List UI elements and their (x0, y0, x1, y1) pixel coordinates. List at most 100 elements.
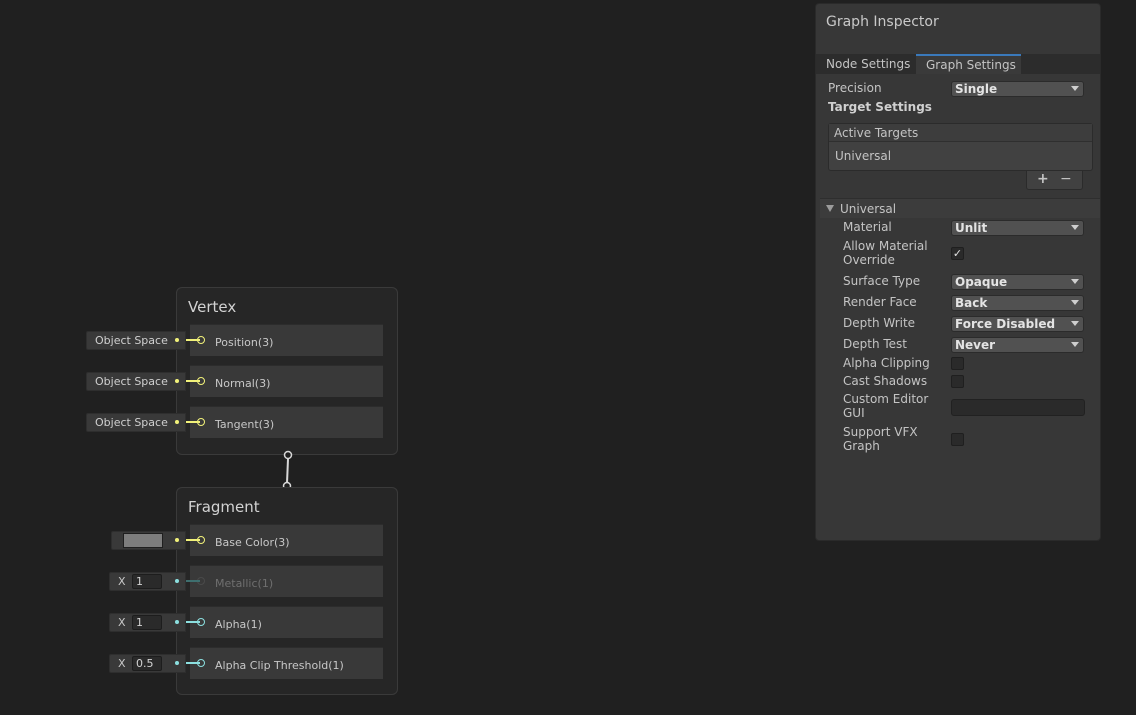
label-line: Allow Material (843, 239, 928, 253)
connection-dot-top (283, 450, 293, 460)
fragment-port-alpha-clip-threshold[interactable]: Alpha Clip Threshold(1) (190, 647, 383, 679)
active-targets-list[interactable]: Active Targets Universal (828, 123, 1093, 171)
input-dot-icon (175, 420, 179, 424)
position-wire (186, 339, 200, 341)
metallic-value-field[interactable]: 1 (132, 574, 162, 589)
input-dot-icon (175, 579, 179, 583)
target-settings-heading: Target Settings (828, 100, 932, 114)
alpha-input[interactable]: X 1 (109, 613, 186, 632)
custom-editor-gui-label: Custom Editor GUI (843, 392, 928, 420)
minus-icon[interactable]: − (1060, 172, 1072, 186)
axis-label: X (118, 657, 126, 670)
depth-write-dropdown[interactable]: Force Disabled (951, 316, 1084, 332)
port-label: Base Color(3) (215, 536, 290, 549)
alpha-clip-threshold-input[interactable]: X 0.5 (109, 654, 186, 673)
tab-node-settings[interactable]: Node Settings (816, 54, 916, 74)
dropdown-value: Opaque (955, 275, 1008, 289)
space-label: Object Space (95, 334, 168, 347)
dropdown-value: Unlit (955, 221, 988, 235)
alpha-value-field[interactable]: 1 (132, 615, 162, 630)
axis-label: X (118, 616, 126, 629)
chevron-down-icon (1071, 300, 1079, 305)
fragment-port-base-color[interactable]: Base Color(3) (190, 524, 383, 556)
alpha-clipping-label: Alpha Clipping (843, 356, 930, 370)
input-dot-icon (175, 661, 179, 665)
fragment-port-alpha[interactable]: Alpha(1) (190, 606, 383, 638)
dropdown-value: Single (955, 82, 998, 96)
base-color-wire (186, 539, 200, 541)
render-face-label: Render Face (843, 295, 917, 309)
input-dot-icon (175, 538, 179, 542)
label-line: Custom Editor (843, 392, 929, 406)
triangle-down-icon (826, 205, 834, 212)
alpha-clipping-checkbox[interactable] (951, 357, 964, 370)
support-vfx-graph-label: Support VFX Graph (843, 425, 918, 453)
alpha-wire (186, 621, 200, 623)
dropdown-value: Force Disabled (955, 317, 1056, 331)
port-label: Metallic(1) (215, 577, 274, 590)
connection-line (286, 458, 289, 484)
render-face-dropdown[interactable]: Back (951, 295, 1084, 311)
port-label: Normal(3) (215, 377, 271, 390)
chevron-down-icon (1071, 321, 1079, 326)
material-label: Material (843, 220, 892, 234)
label-line: Override (843, 253, 895, 267)
vertex-node[interactable]: Vertex Position(3) Normal(3) Tangent(3) (176, 287, 398, 455)
tangent-space-input[interactable]: Object Space (86, 413, 186, 432)
port-label: Tangent(3) (215, 418, 275, 431)
precision-dropdown[interactable]: Single (951, 81, 1084, 97)
depth-test-dropdown[interactable]: Never (951, 337, 1084, 353)
normal-wire (186, 380, 200, 382)
dropdown-value: Back (955, 296, 988, 310)
list-item[interactable]: Universal (835, 149, 891, 163)
fragment-node-title: Fragment (188, 498, 260, 516)
support-vfx-graph-checkbox[interactable] (951, 433, 964, 446)
surface-type-dropdown[interactable]: Opaque (951, 274, 1084, 290)
cast-shadows-label: Cast Shadows (843, 374, 928, 388)
axis-label: X (118, 575, 126, 588)
normal-space-input[interactable]: Object Space (86, 372, 186, 391)
metallic-input[interactable]: X 1 (109, 572, 186, 591)
custom-editor-gui-field[interactable] (951, 399, 1085, 416)
label-line: Graph (843, 439, 880, 453)
alpha-clip-threshold-value-field[interactable]: 0.5 (132, 656, 162, 671)
vertex-node-title: Vertex (188, 298, 237, 316)
cast-shadows-checkbox[interactable] (951, 375, 964, 388)
depth-write-label: Depth Write (843, 316, 916, 330)
port-label: Alpha(1) (215, 618, 262, 631)
list-footer: + − (1026, 171, 1083, 190)
precision-label: Precision (828, 81, 882, 95)
vertex-port-position[interactable]: Position(3) (190, 324, 383, 356)
vertex-port-tangent[interactable]: Tangent(3) (190, 406, 383, 438)
inspector-tabs: Node Settings Graph Settings (816, 54, 1100, 74)
input-dot-icon (175, 620, 179, 624)
chevron-down-icon (1071, 225, 1079, 230)
tab-graph-settings[interactable]: Graph Settings (916, 54, 1021, 74)
position-space-input[interactable]: Object Space (86, 331, 186, 350)
space-label: Object Space (95, 416, 168, 429)
plus-icon[interactable]: + (1037, 172, 1049, 186)
port-label: Alpha Clip Threshold(1) (215, 659, 344, 672)
tangent-wire (186, 421, 200, 423)
dropdown-value: Never (955, 338, 996, 352)
input-dot-icon (175, 338, 179, 342)
alpha-clip-threshold-wire (186, 662, 200, 664)
chevron-down-icon (1071, 86, 1079, 91)
base-color-input[interactable] (111, 531, 186, 550)
material-dropdown[interactable]: Unlit (951, 220, 1084, 236)
tab-label: Node Settings (826, 57, 911, 71)
allow-override-checkbox[interactable]: ✓ (951, 247, 964, 260)
tab-label: Graph Settings (926, 58, 1016, 72)
fragment-port-metallic[interactable]: Metallic(1) (190, 565, 383, 597)
inspector-title: Graph Inspector (826, 14, 939, 30)
fragment-node[interactable]: Fragment Base Color(3) Metallic(1) Alpha… (176, 487, 398, 695)
metallic-wire (186, 580, 200, 582)
vertex-port-normal[interactable]: Normal(3) (190, 365, 383, 397)
allow-override-label: Allow Material Override (843, 239, 928, 267)
color-swatch[interactable] (123, 533, 163, 548)
graph-inspector-panel[interactable]: Graph Inspector Node Settings Graph Sett… (815, 3, 1101, 541)
list-header: Active Targets (829, 124, 1092, 142)
universal-foldout[interactable]: Universal (820, 198, 1100, 218)
chevron-down-icon (1071, 279, 1079, 284)
list-header-label: Active Targets (834, 126, 919, 140)
